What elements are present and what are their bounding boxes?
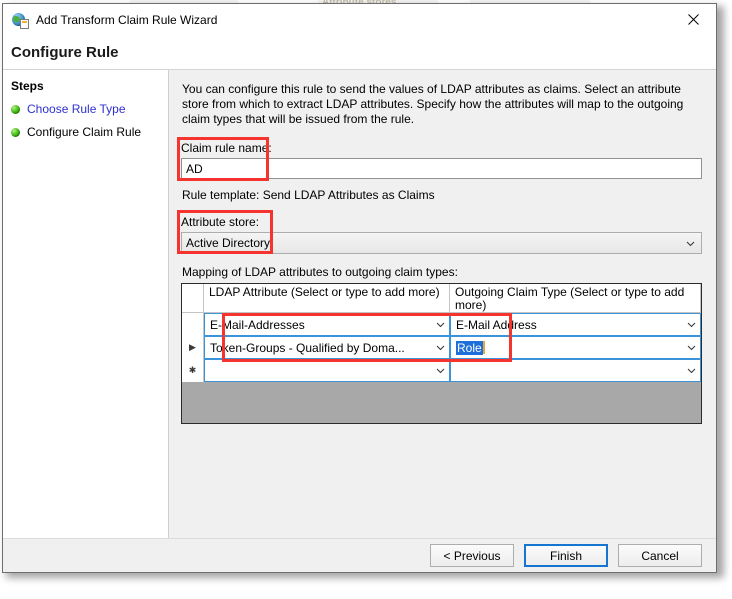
rule-template-text: Rule template: Send LDAP Attributes as C… — [182, 188, 435, 202]
chevron-down-icon[interactable] — [687, 366, 696, 375]
sidebar-item-choose-rule-type[interactable]: Choose Rule Type — [9, 102, 168, 116]
mapping-label: Mapping of LDAP attributes to outgoing c… — [182, 265, 458, 279]
content-pane: You can configure this rule to send the … — [169, 70, 716, 540]
ldap-attribute-cell[interactable]: Token-Groups - Qualified by Doma... — [204, 336, 450, 359]
outgoing-claim-type-value-selected: Role — [456, 340, 483, 355]
adfs-claim-rule-icon — [12, 12, 29, 29]
table-row-new[interactable]: ✱ — [182, 359, 701, 382]
outgoing-claim-type-cell-empty[interactable] — [450, 359, 701, 382]
grid-header-row: LDAP Attribute (Select or type to add mo… — [182, 284, 701, 313]
previous-button[interactable]: < Previous — [430, 544, 514, 567]
intro-text: You can configure this rule to send the … — [182, 82, 684, 126]
ldap-attribute-value: E-Mail-Addresses — [210, 317, 305, 332]
outgoing-claim-type-cell[interactable]: E-Mail Address — [450, 313, 701, 336]
claim-rule-name-label: Claim rule name: — [181, 141, 272, 155]
title-bar: Add Transform Claim Rule Wizard — [3, 4, 716, 35]
attribute-store-value: Active Directory — [186, 236, 271, 250]
chevron-down-icon[interactable] — [436, 366, 445, 375]
sidebar-item-label: Configure Claim Rule — [27, 125, 142, 139]
page-header: Configure Rule — [3, 35, 716, 70]
chevron-down-icon[interactable] — [687, 343, 696, 352]
outgoing-claim-type-value: E-Mail Address — [456, 317, 537, 332]
cancel-button[interactable]: Cancel — [618, 544, 702, 567]
attribute-store-select[interactable]: Active Directory — [181, 232, 702, 254]
ldap-attribute-value: Token-Groups - Qualified by Doma... — [210, 340, 405, 355]
finish-button[interactable]: Finish — [524, 544, 608, 567]
row-indicator-new: ✱ — [182, 359, 204, 382]
sidebar-item-configure-claim-rule[interactable]: Configure Claim Rule — [9, 125, 168, 139]
text-caret — [482, 341, 485, 354]
grid-column-header-outgoing-claim-type[interactable]: Outgoing Claim Type (Select or type to a… — [450, 284, 701, 312]
table-row[interactable]: E-Mail-Addresses E-Mail Address — [182, 313, 701, 336]
steps-heading: Steps — [11, 79, 44, 93]
window-title: Add Transform Claim Rule Wizard — [36, 12, 218, 27]
sidebar-item-label: Choose Rule Type — [27, 102, 126, 116]
chevron-down-icon[interactable] — [687, 320, 696, 329]
chevron-down-icon — [686, 239, 695, 248]
green-bullet-icon — [11, 127, 20, 137]
grid-corner-cell — [182, 284, 204, 312]
dialog-footer: < Previous Finish Cancel — [3, 538, 716, 572]
ldap-attribute-cell[interactable]: E-Mail-Addresses — [204, 313, 450, 336]
ldap-attribute-cell-empty[interactable] — [204, 359, 450, 382]
grid-empty-area — [182, 382, 701, 423]
grid-column-header-ldap-attribute[interactable]: LDAP Attribute (Select or type to add mo… — [204, 284, 450, 312]
chevron-down-icon[interactable] — [436, 320, 445, 329]
close-icon[interactable] — [671, 4, 716, 34]
chevron-down-icon[interactable] — [436, 343, 445, 352]
add-transform-claim-rule-wizard-dialog: Add Transform Claim Rule Wizard Configur… — [2, 3, 717, 573]
page-title: Configure Rule — [11, 43, 119, 61]
ldap-mapping-grid[interactable]: LDAP Attribute (Select or type to add mo… — [181, 283, 702, 424]
table-row[interactable]: ▶ Token-Groups - Qualified by Doma... Ro… — [182, 336, 701, 359]
green-bullet-icon — [11, 104, 20, 114]
outgoing-claim-type-cell-editing[interactable]: Role — [450, 336, 701, 359]
claim-rule-name-input[interactable]: AD — [181, 158, 702, 179]
row-indicator-current: ▶ — [182, 336, 204, 359]
attribute-store-label: Attribute store: — [181, 215, 260, 229]
steps-sidebar: Steps Choose Rule Type Configure Claim R… — [3, 70, 169, 540]
dialog-body: Steps Choose Rule Type Configure Claim R… — [3, 70, 716, 540]
row-indicator — [182, 313, 204, 336]
